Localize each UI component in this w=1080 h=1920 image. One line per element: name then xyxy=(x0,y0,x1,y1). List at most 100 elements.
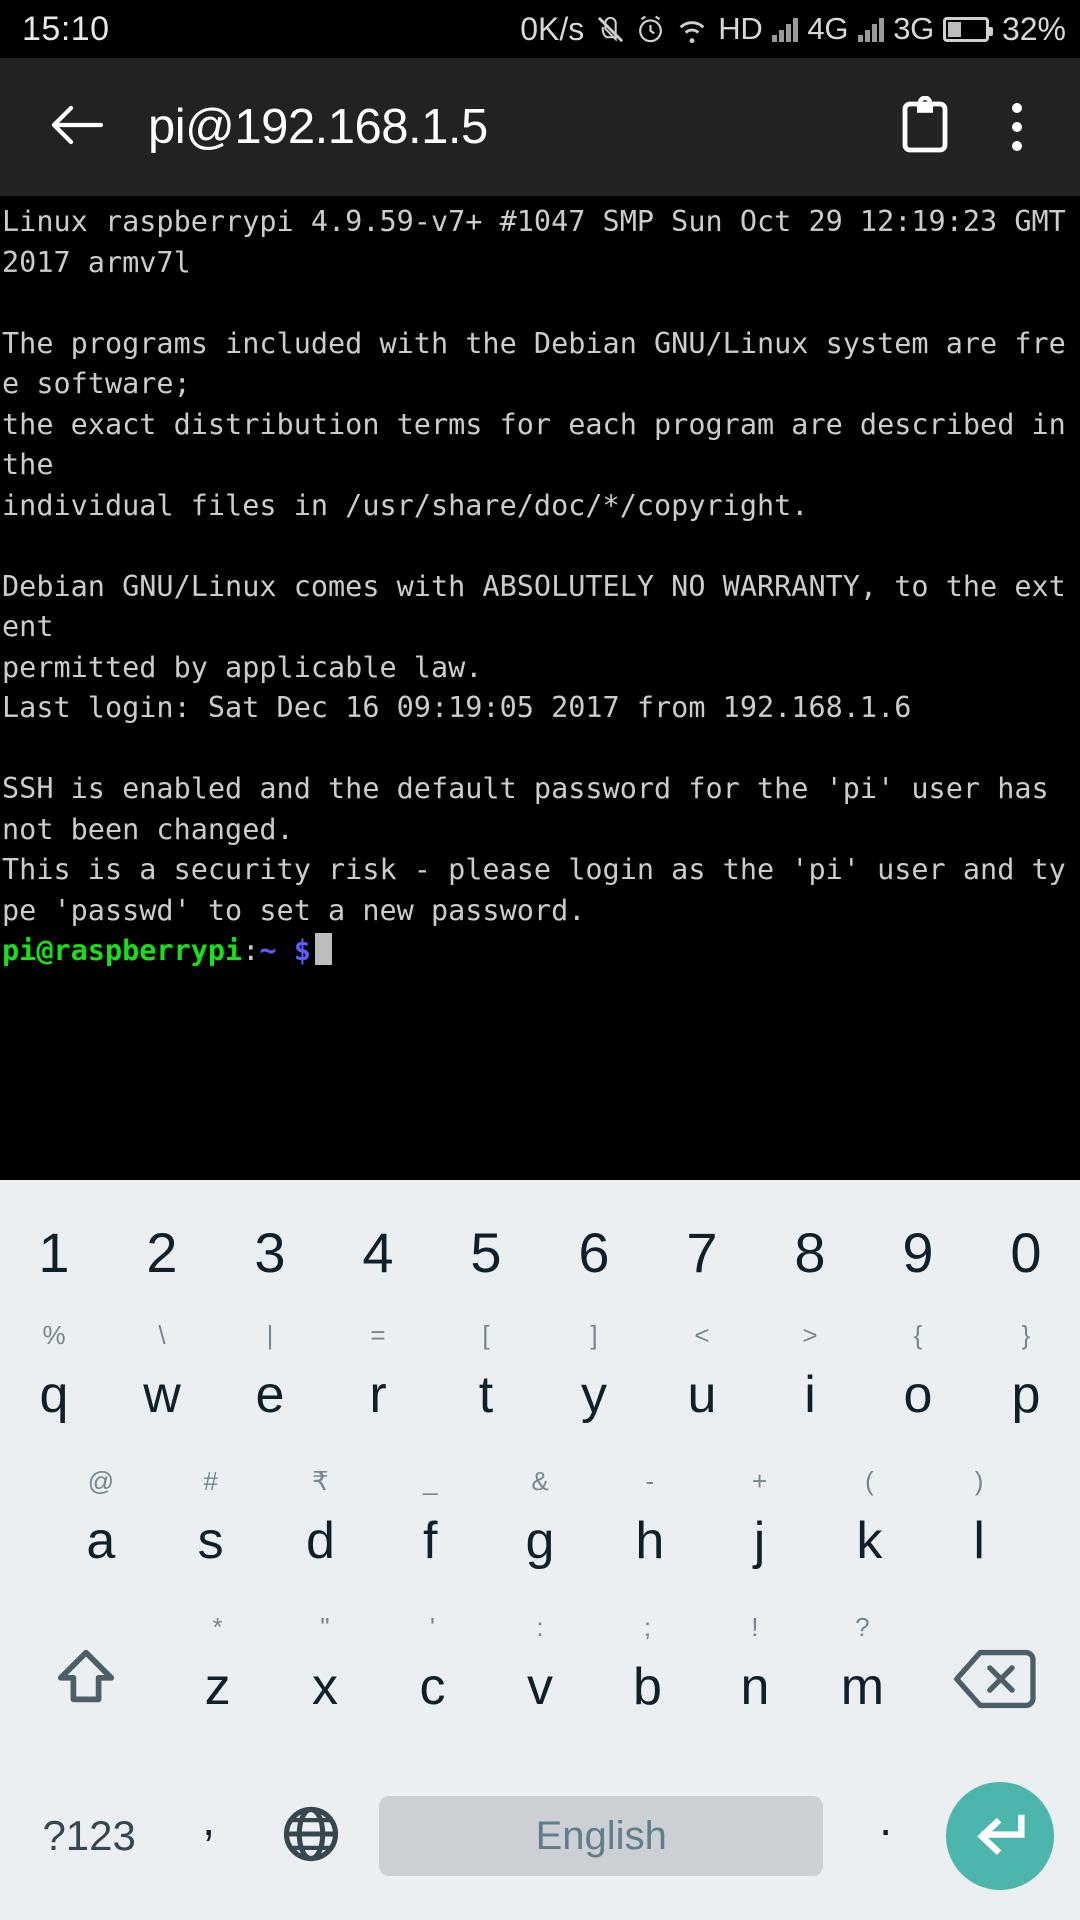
key-l[interactable]: ) l xyxy=(924,1464,1034,1610)
sim2-network-label: 3G xyxy=(893,11,934,46)
keyboard-row-bottom: ?123 , English . xyxy=(0,1756,1080,1916)
clipboard-button[interactable] xyxy=(888,90,962,164)
language-switch-key[interactable] xyxy=(257,1802,365,1871)
key-sublabel: @ xyxy=(87,1466,115,1496)
key-label: w xyxy=(143,1366,181,1424)
key-o[interactable]: {o xyxy=(864,1318,972,1464)
key-label: k xyxy=(856,1512,883,1570)
overflow-menu-button[interactable] xyxy=(988,90,1046,164)
keyboard-row-qwerty: % q \ w | e = r [t ] y < u > i {o } p xyxy=(0,1318,1080,1464)
key-i[interactable]: > i xyxy=(756,1318,864,1464)
key-label: 4 xyxy=(362,1221,394,1284)
key-m[interactable]: ? m xyxy=(809,1610,916,1756)
shift-key[interactable] xyxy=(8,1610,164,1756)
key-label: j xyxy=(753,1512,766,1570)
app-bar: pi@192.168.1.5 xyxy=(0,58,1080,196)
key-label: n xyxy=(740,1658,770,1716)
key-p[interactable]: } p xyxy=(972,1318,1080,1464)
key-label: 9 xyxy=(902,1221,934,1284)
key-6[interactable]: 6 xyxy=(540,1180,648,1318)
key-sublabel: ; xyxy=(643,1612,652,1642)
key-label: 1 xyxy=(38,1221,70,1284)
key-label: o xyxy=(903,1366,933,1424)
key-sublabel: ' xyxy=(430,1612,435,1642)
key-sublabel: ? xyxy=(855,1612,870,1642)
key-label: p xyxy=(1011,1366,1041,1424)
key-label: 7 xyxy=(686,1221,718,1284)
key-label: 0 xyxy=(1010,1221,1042,1284)
key-y[interactable]: ] y xyxy=(540,1318,648,1464)
spacebar-key[interactable]: English xyxy=(379,1796,824,1876)
language-globe-icon xyxy=(279,1802,343,1871)
period-key[interactable]: . xyxy=(837,1792,934,1880)
key-v[interactable]: :v xyxy=(486,1610,593,1756)
key-k[interactable]: (k xyxy=(814,1464,924,1610)
wifi-icon xyxy=(675,14,709,44)
key-sublabel: # xyxy=(203,1466,218,1496)
key-sublabel: % xyxy=(42,1320,66,1350)
key-b[interactable]: ; b xyxy=(594,1610,701,1756)
key-a[interactable]: @ a xyxy=(46,1464,156,1610)
key-label: 8 xyxy=(794,1221,826,1284)
prompt-path: ~ xyxy=(259,934,277,967)
key-label: 6 xyxy=(578,1221,610,1284)
key-1[interactable]: 1 xyxy=(0,1180,108,1318)
key-sublabel: > xyxy=(802,1320,818,1350)
terminal-output-area[interactable]: Linux raspberrypi 4.9.59-v7+ #1047 SMP S… xyxy=(0,196,1080,1180)
key-s[interactable]: # s xyxy=(156,1464,266,1610)
key-label: l xyxy=(973,1512,985,1570)
key-d[interactable]: ₹ d xyxy=(266,1464,376,1610)
key-2[interactable]: 2 xyxy=(108,1180,216,1318)
keyboard-row-zxcv: * z " x ' c :v ; b ! n ? m xyxy=(0,1610,1080,1756)
key-sublabel: ₹ xyxy=(312,1466,329,1496)
key-4[interactable]: 4 xyxy=(324,1180,432,1318)
symbols-toggle-key[interactable]: ?123 xyxy=(18,1812,160,1860)
enter-key[interactable] xyxy=(946,1782,1054,1890)
overflow-menu-icon xyxy=(1012,103,1022,151)
key-x[interactable]: " x xyxy=(271,1610,378,1756)
key-sublabel: [ xyxy=(482,1320,490,1350)
key-u[interactable]: < u xyxy=(648,1318,756,1464)
key-t[interactable]: [t xyxy=(432,1318,540,1464)
back-arrow-icon xyxy=(49,104,105,151)
key-c[interactable]: ' c xyxy=(379,1610,486,1756)
status-icons-group: 0K/s HD 4G 3G 32% xyxy=(520,11,1066,48)
key-r[interactable]: = r xyxy=(324,1318,432,1464)
key-label: r xyxy=(369,1366,387,1424)
key-3[interactable]: 3 xyxy=(216,1180,324,1318)
key-7[interactable]: 7 xyxy=(648,1180,756,1318)
key-0[interactable]: 0 xyxy=(972,1180,1080,1318)
key-q[interactable]: % q xyxy=(0,1318,108,1464)
comma-key[interactable]: , xyxy=(160,1792,257,1880)
backspace-icon xyxy=(952,1647,1036,1720)
alarm-clock-icon xyxy=(635,14,666,45)
terminal-cursor xyxy=(314,933,332,965)
back-button[interactable] xyxy=(44,94,110,160)
phone-screen: 15:10 0K/s HD 4G 3G 32% pi@192.168.1.5 L… xyxy=(0,0,1080,1920)
key-h[interactable]: -h xyxy=(595,1464,705,1610)
key-j[interactable]: + j xyxy=(705,1464,815,1610)
key-label: b xyxy=(632,1658,662,1716)
key-z[interactable]: * z xyxy=(164,1610,271,1756)
key-n[interactable]: ! n xyxy=(701,1610,808,1756)
key-sublabel: = xyxy=(370,1320,386,1350)
backspace-key[interactable] xyxy=(916,1610,1072,1756)
shift-arrow-icon xyxy=(50,1643,122,1724)
key-e[interactable]: | e xyxy=(216,1318,324,1464)
keyboard-row-asdf: @ a # s ₹ d _ f & g -h + j (k ) l xyxy=(0,1464,1080,1610)
key-f[interactable]: _ f xyxy=(375,1464,485,1610)
key-8[interactable]: 8 xyxy=(756,1180,864,1318)
key-label: a xyxy=(86,1512,116,1570)
key-label: u xyxy=(687,1366,717,1424)
key-label: y xyxy=(581,1366,607,1424)
terminal-prompt-line: pi@raspberrypi:~ $ xyxy=(0,931,1080,972)
key-g[interactable]: & g xyxy=(485,1464,595,1610)
key-5[interactable]: 5 xyxy=(432,1180,540,1318)
key-w[interactable]: \ w xyxy=(108,1318,216,1464)
key-9[interactable]: 9 xyxy=(864,1180,972,1318)
key-sublabel: + xyxy=(751,1466,768,1496)
terminal-login-banner: Linux raspberrypi 4.9.59-v7+ #1047 SMP S… xyxy=(2,205,1066,927)
key-label: x xyxy=(312,1658,339,1716)
key-sublabel: ] xyxy=(590,1320,598,1350)
key-label: t xyxy=(478,1366,494,1424)
